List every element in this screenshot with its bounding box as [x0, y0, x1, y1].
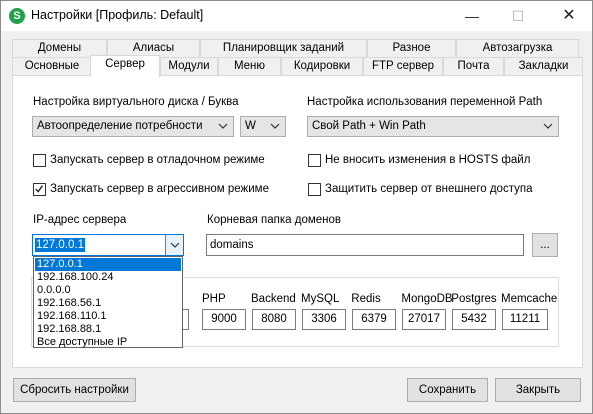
path-select[interactable]: Свой Path + Win Path [307, 116, 559, 137]
settings-window: S Настройки [Профиль: Default] — ☐ ✕ Дом… [0, 0, 593, 414]
reset-settings-button[interactable]: Сбросить настройки [13, 378, 136, 402]
ip-combobox[interactable]: 127.0.0.1 [32, 234, 184, 256]
ip-option[interactable]: 192.168.110.1 [35, 310, 181, 323]
vdisk-select-value: Автоопределение потребности [37, 120, 203, 132]
root-folder-label: Корневая папка доменов [207, 214, 342, 226]
path-select-value: Свой Path + Win Path [312, 120, 426, 132]
postgres-port-label: Postgres [451, 293, 497, 305]
save-button[interactable]: Сохранить [407, 378, 488, 402]
ip-option[interactable]: 127.0.0.1 [35, 258, 181, 271]
protect-external-checkbox[interactable] [308, 183, 321, 196]
chevron-down-icon [170, 242, 180, 248]
vdisk-label: Настройка виртуального диска / Буква [33, 96, 239, 108]
debug-mode-checkbox[interactable] [33, 154, 46, 167]
postgres-port-input[interactable]: 5432 [452, 309, 496, 330]
redis-port-label: Redis [351, 293, 381, 305]
ip-option-all[interactable]: Все доступные IP [35, 336, 181, 349]
mongodb-port-label: MongoDB [401, 293, 453, 305]
mysql-port-label: MySQL [301, 293, 340, 305]
tab-general[interactable]: Основные [12, 57, 92, 76]
no-hosts-label: Не вносить изменения в HOSTS файл [325, 154, 531, 166]
debug-mode-label: Запускать сервер в отладочном режиме [50, 154, 265, 166]
chevron-down-icon [542, 119, 554, 133]
ip-dropdown-list: 127.0.0.1 192.168.100.24 0.0.0.0 192.168… [33, 256, 183, 348]
backend-port-label: Backend [251, 293, 296, 305]
no-hosts-checkbox[interactable] [308, 154, 321, 167]
php-port-label: PHP [202, 293, 226, 305]
root-folder-value: domains [210, 239, 254, 251]
vdisk-select[interactable]: Автоопределение потребности [32, 116, 234, 137]
backend-port-input[interactable]: 8080 [252, 309, 296, 330]
tab-scheduler[interactable]: Планировщик заданий [200, 39, 367, 58]
ip-option[interactable]: 192.168.88.1 [35, 323, 181, 336]
minimize-icon[interactable]: — [449, 1, 495, 31]
tab-bookmarks[interactable]: Закладки [504, 57, 583, 76]
tab-mail[interactable]: Почта [443, 57, 504, 76]
memcache-port-input[interactable]: 11211 [502, 309, 548, 330]
window-title: Настройки [Профиль: Default] [31, 8, 204, 22]
path-label: Настройка использования переменной Path [307, 96, 543, 108]
close-button[interactable]: Закрыть [495, 378, 581, 402]
tab-ftp-server[interactable]: FTP сервер [363, 57, 443, 76]
app-logo-icon: S [9, 8, 25, 24]
tab-autostart[interactable]: Автозагрузка [456, 39, 579, 58]
maximize-icon[interactable]: ☐ [495, 1, 541, 31]
aggressive-mode-checkbox[interactable] [33, 183, 46, 196]
chevron-down-icon [217, 119, 229, 133]
drive-letter-select[interactable]: W [240, 116, 286, 137]
redis-port-input[interactable]: 6379 [352, 309, 396, 330]
ip-dropdown-button[interactable] [165, 235, 183, 255]
tab-server[interactable]: Сервер [90, 55, 160, 77]
title-bar: S Настройки [Профиль: Default] — ☐ ✕ [1, 1, 592, 31]
ip-combobox-value: 127.0.0.1 [35, 238, 85, 252]
protect-external-label: Защитить сервер от внешнего доступа [325, 183, 533, 195]
ip-option[interactable]: 192.168.100.24 [35, 271, 181, 284]
browse-button[interactable]: ... [532, 233, 558, 257]
root-folder-input[interactable]: domains [206, 234, 524, 256]
chevron-down-icon [269, 119, 281, 133]
memcache-port-label: Memcache [501, 293, 558, 305]
tab-encodings[interactable]: Кодировки [281, 57, 363, 76]
drive-letter-value: W [245, 120, 256, 132]
tab-menu[interactable]: Меню [218, 57, 281, 76]
php-port-input[interactable]: 9000 [202, 309, 246, 330]
tab-modules[interactable]: Модули [160, 57, 218, 76]
ip-label: IP-адрес сервера [33, 214, 127, 226]
checkmark-icon [35, 185, 44, 193]
mongodb-port-input[interactable]: 27017 [402, 309, 446, 330]
ip-option[interactable]: 0.0.0.0 [35, 284, 181, 297]
mysql-port-input[interactable]: 3306 [302, 309, 346, 330]
aggressive-mode-label: Запускать сервер в агрессивном режиме [50, 183, 269, 195]
tab-misc[interactable]: Разное [367, 39, 456, 58]
ip-option[interactable]: 192.168.56.1 [35, 297, 181, 310]
close-icon[interactable]: ✕ [546, 1, 592, 31]
